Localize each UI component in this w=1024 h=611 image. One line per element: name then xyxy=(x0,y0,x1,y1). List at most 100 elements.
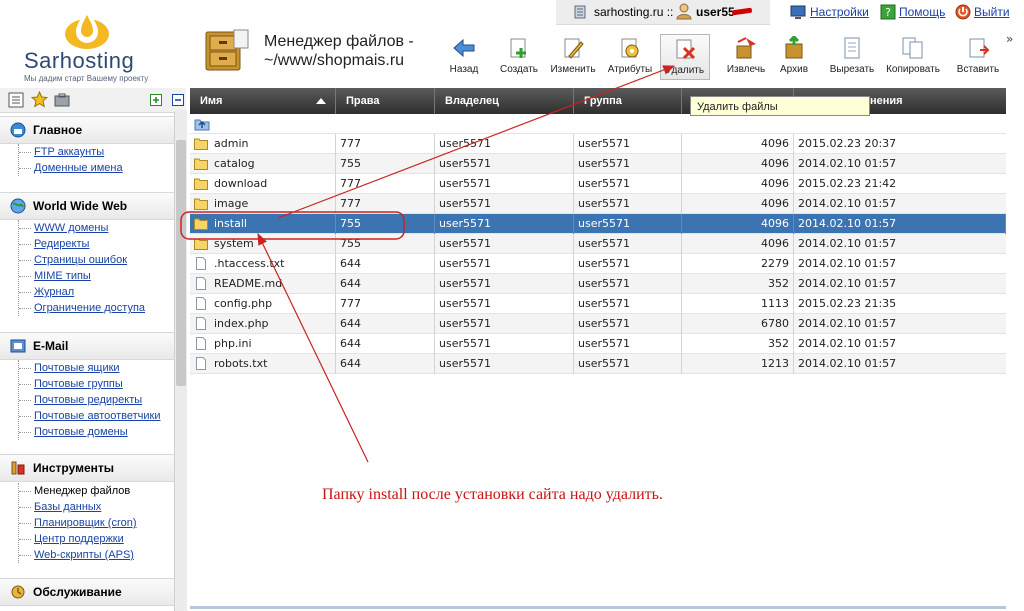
table-row[interactable]: README.md 644 user5571 user5571 352 2014.02.1… xyxy=(190,274,1006,294)
sidebar-item-ftp[interactable]: FTP аккаунты xyxy=(19,144,123,160)
sidebar-item-autoresponders[interactable]: Почтовые автоответчики xyxy=(19,408,160,424)
sidebar-item-mail-redirects[interactable]: Почтовые редиректы xyxy=(19,392,160,408)
sidebar-section-main[interactable]: Главное xyxy=(0,116,174,144)
file-icon xyxy=(196,257,206,270)
col-header-owner[interactable]: Владелец xyxy=(435,88,574,114)
collapse-all-icon[interactable] xyxy=(172,94,184,106)
sidebar-item-databases[interactable]: Базы данных xyxy=(19,499,137,515)
sidebar-section-title: E-Mail xyxy=(33,339,69,353)
parent-dir-row[interactable] xyxy=(190,114,1006,134)
file-name-cell[interactable]: install xyxy=(190,214,336,234)
delete-icon xyxy=(676,39,696,60)
sidebar-section-tools[interactable]: Инструменты xyxy=(0,454,174,482)
sidebar-section-service[interactable]: Обслуживание xyxy=(0,578,174,606)
table-row[interactable]: config.php 777 user5571 user5571 1113 2015.02… xyxy=(190,294,1006,314)
logo[interactable]: Sarhosting Мы дадим старт Вашему проекту xyxy=(22,6,174,83)
service-icon xyxy=(11,585,25,599)
table-row[interactable]: system 755 user5571 user5571 4096 2014.02.10 … xyxy=(190,234,1006,254)
table-row[interactable]: image 777 user5571 user5571 4096 2014.02.10 0… xyxy=(190,194,1006,214)
permissions-cell: 777 xyxy=(336,294,435,314)
paste-label: Вставить xyxy=(956,64,1000,75)
folder-icon xyxy=(194,238,208,250)
table-row[interactable]: catalog 755 user5571 user5571 4096 2014.02.10… xyxy=(190,154,1006,174)
sidebar-item-cron[interactable]: Планировщик (cron) xyxy=(19,515,137,531)
table-row[interactable]: .htaccess.txt 644 user5571 user5571 2279 2014… xyxy=(190,254,1006,274)
file-name-cell[interactable]: catalog xyxy=(190,154,336,174)
sidebar-item-mail-groups[interactable]: Почтовые группы xyxy=(19,376,160,392)
cut-button[interactable]: Вырезать xyxy=(824,34,880,80)
table-row[interactable]: admin 777 user5571 user5571 4096 2015.02.23 2… xyxy=(190,134,1006,154)
edit-button[interactable]: Изменить xyxy=(546,34,600,80)
sidebar-scroll-thumb[interactable] xyxy=(176,140,186,386)
folder-icon xyxy=(194,198,208,210)
delete-button[interactable]: Удалить xyxy=(660,34,710,80)
sidebar-item-www-domains[interactable]: WWW домены xyxy=(19,220,145,236)
sidebar-item-mailboxes[interactable]: Почтовые ящики xyxy=(19,360,160,376)
file-name-cell[interactable]: config.php xyxy=(190,294,336,314)
create-button[interactable]: Создать xyxy=(494,34,544,80)
group-cell: user5571 xyxy=(574,314,682,334)
group-cell: user5571 xyxy=(574,334,682,354)
extract-button[interactable]: Извлечь xyxy=(722,34,770,80)
file-name-cell[interactable]: system xyxy=(190,234,336,254)
sidebar-item-access[interactable]: Ограничение доступа xyxy=(19,300,145,316)
file-name-cell[interactable]: image xyxy=(190,194,336,214)
copy-icon xyxy=(902,37,923,59)
sidebar-item-domains[interactable]: Доменные имена xyxy=(19,160,123,176)
col-header-name[interactable]: Имя xyxy=(190,88,336,114)
group-cell: user5571 xyxy=(574,134,682,154)
sidebar-item-aps[interactable]: Web-скрипты (APS) xyxy=(19,547,137,563)
file-name-cell[interactable]: robots.txt xyxy=(190,354,336,374)
permissions-cell: 755 xyxy=(336,234,435,254)
page-title-line1: Менеджер файлов - xyxy=(264,33,414,50)
mail-icon xyxy=(10,339,26,353)
file-name: config.php xyxy=(214,297,273,310)
table-row[interactable]: index.php 644 user5571 user5571 6780 2014.02.… xyxy=(190,314,1006,334)
file-name-cell[interactable]: .htaccess.txt xyxy=(190,254,336,274)
owner-cell: user5571 xyxy=(435,334,574,354)
list-view-icon[interactable] xyxy=(8,92,24,108)
col-header-group[interactable]: Группа xyxy=(574,88,682,114)
favorites-star-icon[interactable] xyxy=(31,91,48,108)
table-row[interactable]: install 755 user5571 user5571 4096 2014.02.10… xyxy=(190,214,1006,234)
file-name-cell[interactable]: php.ini xyxy=(190,334,336,354)
copy-button[interactable]: Копировать xyxy=(882,34,944,80)
create-file-icon xyxy=(510,38,526,58)
table-row[interactable]: robots.txt 644 user5571 user5571 1213 2014.02… xyxy=(190,354,1006,374)
col-header-permissions[interactable]: Права xyxy=(336,88,435,114)
file-icon xyxy=(196,357,206,370)
paste-button[interactable]: Вставить xyxy=(950,34,1006,80)
sidebar-section-www[interactable]: World Wide Web xyxy=(0,192,174,220)
expand-all-icon[interactable] xyxy=(150,94,162,106)
sidebar: Главное FTP аккаунты Доменные имена Worl… xyxy=(0,88,186,611)
owner-cell: user5571 xyxy=(435,294,574,314)
file-name-cell[interactable]: index.php xyxy=(190,314,336,334)
table-row[interactable]: download 777 user5571 user5571 4096 2015.02.2… xyxy=(190,174,1006,194)
logout-link[interactable]: Выйти xyxy=(974,5,1010,19)
permissions-cell: 755 xyxy=(336,214,435,234)
sidebar-item-mail-domains[interactable]: Почтовые домены xyxy=(19,424,160,440)
sidebar-item-mime[interactable]: MIME типы xyxy=(19,268,145,284)
sidebar-item-redirects[interactable]: Редиректы xyxy=(19,236,145,252)
size-cell: 1113 xyxy=(682,294,794,314)
file-name-cell[interactable]: admin xyxy=(190,134,336,154)
help-link[interactable]: Помощь xyxy=(899,5,945,19)
table-row[interactable]: php.ini 644 user5571 user5571 352 2014.02.10 … xyxy=(190,334,1006,354)
sidebar-item-error-pages[interactable]: Страницы ошибок xyxy=(19,252,145,268)
sidebar-section-email[interactable]: E-Mail xyxy=(0,332,174,360)
archive-button[interactable]: Архив xyxy=(772,34,816,80)
settings-link[interactable]: Настройки xyxy=(810,5,869,19)
archive-label: Архив xyxy=(779,64,809,75)
sidebar-items-www: WWW домены Редиректы Страницы ошибок MIM… xyxy=(18,220,145,316)
toolbar-more-icon[interactable]: » xyxy=(1006,32,1013,46)
briefcase-icon[interactable] xyxy=(54,92,70,108)
file-name-cell[interactable]: download xyxy=(190,174,336,194)
sidebar-item-support[interactable]: Центр поддержки xyxy=(19,531,137,547)
attributes-button[interactable]: Атрибуты xyxy=(602,34,658,80)
sidebar-item-log[interactable]: Журнал xyxy=(19,284,145,300)
file-name-cell[interactable]: README.md xyxy=(190,274,336,294)
permissions-cell: 777 xyxy=(336,174,435,194)
header: Sarhosting Мы дадим старт Вашему проекту… xyxy=(0,0,1024,88)
back-button[interactable]: Назад xyxy=(440,34,488,80)
sidebar-item-file-manager[interactable]: Менеджер файлов xyxy=(19,483,137,499)
